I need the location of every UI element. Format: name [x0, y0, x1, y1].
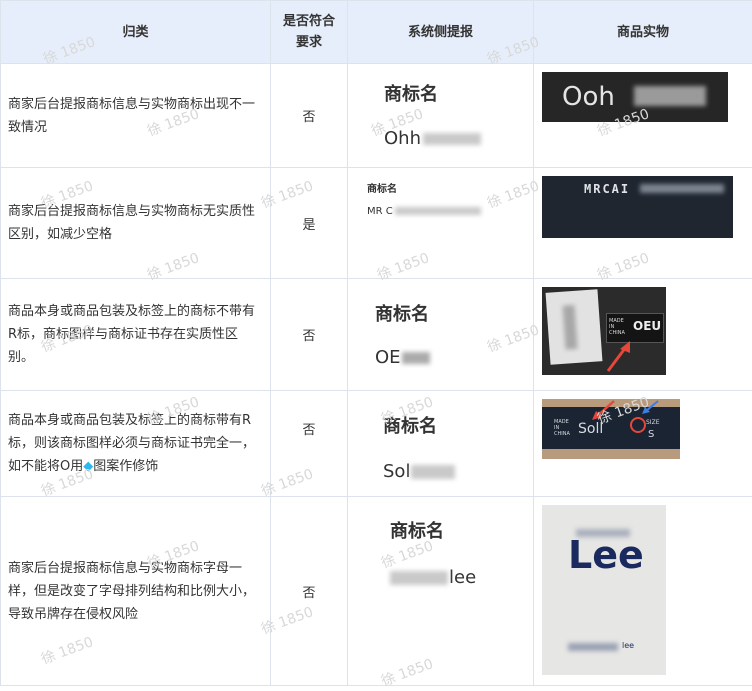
trademark-value-text: MR C: [367, 206, 393, 217]
product-photo-cell: Lee lee: [534, 497, 752, 686]
category-cell: 商品本身或商品包装及标签上的商标带有R标，则该商标图样必须与商标证书完全一，如不…: [1, 391, 271, 497]
trademark-value: Sol: [383, 461, 455, 482]
category-cell: 商家后台提报商标信息与实物商标无实质性区别，如减少空格: [1, 168, 271, 279]
photo-brand-text: Ooh: [562, 82, 615, 112]
diamond-icon: ◆: [83, 459, 93, 474]
header-row: 归类 是否符合要求 系统侧提报 商品实物: [1, 1, 752, 64]
table-row: 商家后台提报商标信息与实物商标字母一样，但是改变了字母排列结构和比例大小，导致吊…: [1, 497, 752, 686]
red-arrow-icon: [588, 399, 618, 421]
table-row: 商家后台提报商标信息与实物商标出现不一致情况 否 商标名 Ohh Ooh: [1, 64, 752, 168]
photo-brand-text: MRCAI: [584, 182, 630, 196]
trademark-value-text: Ohh: [384, 128, 421, 149]
photo-size-label: SIZE: [646, 419, 659, 426]
header-compliance-text: 是否符合要求: [283, 11, 335, 53]
trademark-table: 归类 是否符合要求 系统侧提报 商品实物 商家后台提报商标信息与实物商标出现不一…: [0, 0, 752, 686]
header-category: 归类: [1, 1, 271, 64]
redacted-blur: [634, 86, 706, 106]
product-photo-cell: MRCAI: [534, 168, 752, 279]
redacted-blur: [562, 305, 577, 350]
redacted-blur: [411, 465, 455, 479]
trademark-value-text: lee: [449, 567, 476, 588]
product-photo: MADE IN CHINA OEU: [542, 287, 666, 375]
category-cell: 商品本身或商品包装及标签上的商标不带有R标，商标图样与商标证书存在实质性区别。: [1, 279, 271, 391]
blue-arrow-icon: [640, 399, 660, 415]
photo-small-text: MADE IN CHINA: [609, 318, 627, 336]
compliance-cell: 是: [271, 168, 348, 279]
trademark-value-text: OE: [375, 347, 401, 368]
photo-brand-text: Lee: [568, 533, 644, 577]
trademark-label: 商标名: [375, 300, 429, 326]
compliance-cell: 否: [271, 497, 348, 686]
header-product: 商品实物: [534, 1, 752, 64]
trademark-value: lee: [390, 567, 476, 588]
trademark-value: Ohh: [384, 128, 481, 149]
photo-brand-text: OEU: [633, 319, 661, 333]
table-row: 商品本身或商品包装及标签上的商标不带有R标，商标图样与商标证书存在实质性区别。 …: [1, 279, 752, 391]
r-circle-icon: [630, 417, 646, 433]
system-cell: 商标名 Sol: [348, 391, 534, 497]
tag-paper: [546, 289, 603, 364]
trademark-value: OE: [375, 347, 430, 368]
product-photo: Ooh: [542, 72, 728, 122]
system-cell: 商标名 Ohh: [348, 64, 534, 168]
redacted-blur: [390, 571, 448, 585]
table-row: 商品本身或商品包装及标签上的商标带有R标，则该商标图样必须与商标证书完全一，如不…: [1, 391, 752, 497]
product-photo: Lee lee: [542, 505, 666, 675]
photo-brand-text: Soll: [578, 421, 603, 437]
product-photo-cell: Ooh: [534, 64, 752, 168]
trademark-label: 商标名: [390, 517, 444, 543]
system-cell: 商标名 MR C: [348, 168, 534, 279]
header-compliance: 是否符合要求: [271, 1, 348, 64]
redacted-blur: [395, 207, 481, 215]
photo-size-value: S: [648, 429, 654, 440]
photo-small-text: lee: [622, 641, 634, 650]
system-cell: 商标名 lee: [348, 497, 534, 686]
trademark-label: 商标名: [383, 412, 437, 438]
category-cell: 商家后台提报商标信息与实物商标字母一样，但是改变了字母排列结构和比例大小，导致吊…: [1, 497, 271, 686]
system-cell: 商标名 OE: [348, 279, 534, 391]
product-photo: MADE IN CHINA Soll SIZE S: [542, 399, 680, 459]
redacted-blur: [568, 643, 618, 651]
red-arrow-icon: [602, 339, 636, 373]
table-row: 商家后台提报商标信息与实物商标无实质性区别，如减少空格 是 商标名 MR C M…: [1, 168, 752, 279]
trademark-value-text: Sol: [383, 461, 410, 482]
trademark-value: MR C: [367, 206, 481, 217]
category-text-end: 图案作修饰: [93, 459, 158, 474]
redacted-blur: [402, 352, 430, 364]
header-system: 系统侧提报: [348, 1, 534, 64]
product-photo: MRCAI: [542, 176, 733, 238]
compliance-cell: 否: [271, 279, 348, 391]
redacted-blur: [640, 184, 724, 193]
product-photo-cell: MADE IN CHINA OEU: [534, 279, 752, 391]
compliance-cell: 否: [271, 391, 348, 497]
photo-small-text: MADE IN CHINA: [554, 419, 574, 437]
category-cell: 商家后台提报商标信息与实物商标出现不一致情况: [1, 64, 271, 168]
trademark-label: 商标名: [367, 180, 397, 195]
compliance-cell: 否: [271, 64, 348, 168]
trademark-label: 商标名: [384, 80, 438, 106]
product-photo-cell: MADE IN CHINA Soll SIZE S: [534, 391, 752, 497]
redacted-blur: [423, 133, 481, 145]
